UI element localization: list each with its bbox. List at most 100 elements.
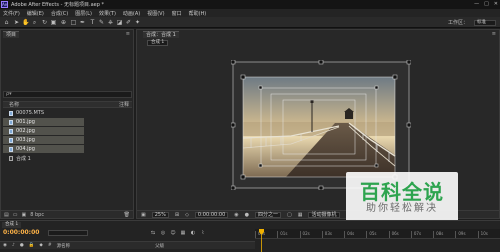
tab-composition[interactable]: 合成：合成 1 [143,31,179,38]
project-search-input[interactable]: ρ▾ [3,91,132,98]
camera-view-dropdown[interactable]: 活动摄像机 [308,211,340,218]
list-item[interactable]: 合成 1 [3,154,84,162]
menu-animation[interactable]: 动画(A) [123,10,140,17]
camera-tool-icon[interactable]: ▣ [50,19,57,26]
close-button[interactable]: ✕ [494,1,498,7]
hand-tool-icon[interactable]: ✋ [22,19,29,26]
clone-stamp-tool-icon[interactable]: ⎈ [107,19,114,26]
timeline-layer-header: ◉ ♪ ● 🔒 ◆ # 源名称 父级 [0,241,255,249]
item-name: 003.jpg [16,137,35,143]
mask-visibility-icon[interactable]: ◇ [185,212,189,218]
workspace-dropdown[interactable]: 标准 [474,19,496,26]
footage-icon [9,110,13,116]
text-tool-icon[interactable]: T [89,19,96,26]
lock-switch-icon[interactable]: 🔒 [29,243,35,248]
menu-window[interactable]: 窗口 [172,10,182,17]
item-name: 004.jpg [16,146,35,152]
menu-bar: 文件(F) 编辑(E) 合成(C) 图层(L) 效果(T) 动画(A) 视图(V… [0,9,500,17]
color-channel-icon[interactable]: ● [245,212,249,218]
draft-3d-icon[interactable]: ◎ [160,230,166,236]
composition-viewer[interactable] [231,60,411,190]
list-item[interactable]: 001.jpg [3,118,84,126]
tab-timeline-comp[interactable]: 合成 1 [2,222,22,228]
delete-icon[interactable]: 🗑 [124,212,130,218]
column-note[interactable]: 注释 [119,102,129,108]
solo-switch-icon[interactable]: ● [20,243,24,248]
brush-tool-icon[interactable]: ✎ [98,19,105,26]
selection-tool-icon[interactable]: ➤ [13,19,20,26]
ruler-tick: 05s [366,231,388,238]
title-bar: Ae Adobe After Effects - 无标题项目.aep * — □… [0,0,500,9]
playhead[interactable] [259,229,264,252]
watermark-logo: 百科全说 助你轻松解决 [346,172,458,224]
composition-breadcrumb[interactable]: 合成 1 [147,40,169,46]
tab-project[interactable]: 项目 [3,31,20,38]
panel-menu-icon[interactable]: ≡ [492,31,496,37]
parent-column[interactable]: 父级 [155,243,164,249]
label-column-icon[interactable]: ◆ [39,243,42,248]
window-controls: — □ ✕ [474,1,498,7]
puppet-tool-icon[interactable]: ✦ [134,19,141,26]
timeline-search-input[interactable] [48,230,88,236]
current-time-field[interactable]: 0:00:00:00 [194,211,229,218]
pan-behind-tool-icon[interactable]: ⊕ [60,19,67,26]
project-panel: 项目 ≡ ρ▾ 名称 注释 00075.MTS 001.jpg 002.jpg … [0,29,134,219]
eraser-tool-icon[interactable]: ◪ [116,19,123,26]
mask-tool-icon[interactable]: □ [70,19,77,26]
ruler-tick: 01s [277,231,299,238]
interpret-footage-icon[interactable]: ▤ [4,212,9,218]
magnification-dropdown[interactable]: 25% [151,211,169,218]
watermark-title: 百科全说 [360,180,444,204]
watermark-subtitle: 助你轻松解决 [366,203,438,214]
menu-effect[interactable]: 效果(T) [99,10,116,17]
menu-edit[interactable]: 编辑(E) [27,10,44,17]
pen-tool-icon[interactable]: ✒ [79,19,86,26]
time-ruler[interactable]: 00s 01s 02s 03s 04s 05s 06s 07s 08s 09s … [255,229,500,239]
list-item[interactable]: 004.jpg [3,145,84,153]
menu-composition[interactable]: 合成(C) [51,10,68,17]
minimize-button[interactable]: — [474,1,479,7]
new-composition-icon[interactable]: ▣ [21,212,26,218]
bit-depth-toggle[interactable]: 8 bpc [30,212,44,218]
menu-layer[interactable]: 图层(L) [75,10,92,17]
menu-file[interactable]: 文件(F) [3,10,20,17]
ruler-tick: 03s [321,231,344,238]
image-file-icon [9,128,13,134]
list-item[interactable]: 002.jpg [3,127,84,135]
ruler-tick: 10s [477,231,500,238]
panel-menu-icon[interactable]: ≡ [126,31,130,37]
zoom-tool-icon[interactable]: ⌕ [31,19,38,26]
tools-toolbar: ⌂ ➤ ✋ ⌕ ↻ ▣ ⊕ □ ✒ T ✎ ⎈ ◪ ✐ ✦ 工作区： 标准 [0,17,500,28]
new-folder-icon[interactable]: ▭ [13,212,18,218]
video-switch-icon[interactable]: ◉ [3,243,7,248]
graph-editor-icon[interactable]: ⌇ [200,230,206,236]
column-name[interactable]: 名称 [9,102,19,108]
maximize-button[interactable]: □ [484,1,489,7]
audio-switch-icon[interactable]: ♪ [12,243,15,248]
home-icon[interactable]: ⌂ [3,19,10,26]
motion-blur-icon[interactable]: ◐ [190,230,196,236]
ruler-tick: 06s [388,231,411,238]
comp-mini-flowchart-icon[interactable]: ⇆ [150,230,156,236]
list-item[interactable]: 00075.MTS [3,109,84,117]
region-of-interest-icon[interactable]: ▢ [287,212,292,218]
timeline-switches: ⇆ ◎ ☺ ▦ ◐ ⌇ [150,230,206,236]
list-item[interactable]: 003.jpg [3,136,84,144]
menu-help[interactable]: 帮助(H) [189,10,207,17]
transparency-grid-icon[interactable]: ▦ [298,212,303,218]
shy-layers-icon[interactable]: ☺ [170,230,176,236]
always-preview-icon[interactable]: ▣ [141,212,146,218]
timeline-current-time[interactable]: 0:00:00:00 [3,229,39,236]
frame-blending-icon[interactable]: ▦ [180,230,186,236]
safe-zones-icon[interactable]: ⊞ [175,212,179,218]
menu-view[interactable]: 视图(V) [147,10,164,17]
ruler-tick: 04s [344,231,366,238]
source-name-column[interactable]: 源名称 [57,243,71,249]
ruler-tick: 07s [410,231,433,238]
roto-brush-tool-icon[interactable]: ✐ [125,19,132,26]
snapshot-icon[interactable]: ◉ [234,212,238,218]
rotate-tool-icon[interactable]: ↻ [41,19,48,26]
ruler-tick: 02s [299,231,322,238]
resolution-dropdown[interactable]: 四分之一 [255,211,282,218]
composition-icon [9,155,13,161]
